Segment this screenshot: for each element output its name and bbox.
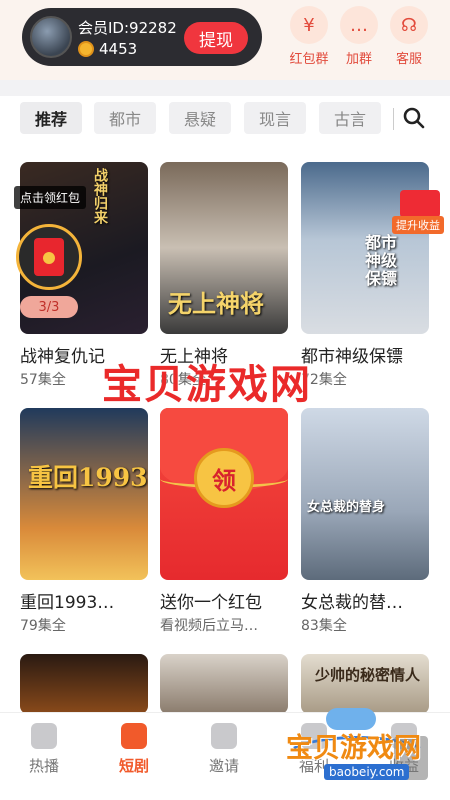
drama-title[interactable]: 都市神级保镖 xyxy=(301,342,429,367)
red-envelope-icon xyxy=(400,190,440,218)
poster-title-art: 无上神将 xyxy=(168,289,264,318)
episode-count: 57集全 xyxy=(20,372,66,388)
nav-invite[interactable]: 邀请 xyxy=(184,723,264,776)
episode-count: 80集全 xyxy=(160,372,206,388)
drama-poster[interactable] xyxy=(160,654,288,712)
drama-card[interactable] xyxy=(20,654,148,712)
tab-divider xyxy=(393,108,394,130)
fire-icon xyxy=(31,723,57,749)
red-envelope-card[interactable]: 领 送你一个红包 看视频后立马… xyxy=(160,408,288,635)
user-id-text: 会员ID:92282 xyxy=(78,19,177,37)
tab-recommend[interactable]: 推荐 xyxy=(20,102,82,134)
red-envelope-group-label: 红包群 xyxy=(289,52,329,67)
drama-card[interactable]: 重回1993 重回1993… 79集全 xyxy=(20,408,148,635)
drama-title[interactable]: 战神复仇记 xyxy=(20,342,148,367)
drama-title[interactable]: 女总裁的替… xyxy=(301,588,429,613)
nav-short-drama-label: 短剧 xyxy=(118,757,149,775)
red-envelope-hint: 看视频后立马… xyxy=(160,618,258,634)
join-group-label: 加群 xyxy=(345,52,372,67)
drama-title[interactable]: 重回1993… xyxy=(20,588,148,613)
drama-card[interactable]: 无上神将 无上神将 80集全 xyxy=(160,162,288,389)
drama-poster[interactable]: 女总裁的替身 xyxy=(301,408,429,580)
episode-count: 79集全 xyxy=(20,618,66,634)
episode-count: 83集全 xyxy=(301,618,347,634)
drama-card[interactable] xyxy=(160,654,288,712)
logo-url: baobeiy.com xyxy=(324,764,410,780)
join-group-button[interactable]: … 加群 xyxy=(332,6,386,67)
coin-icon xyxy=(78,41,94,57)
poster-title-art: 都市神级保镖 xyxy=(365,233,398,288)
user-info-pill[interactable]: 会员ID:92282 4453 提现 xyxy=(22,8,262,66)
drama-card[interactable]: 女总裁的替身 女总裁的替… 83集全 xyxy=(301,408,429,635)
red-envelope-title[interactable]: 送你一个红包 xyxy=(160,588,288,613)
drama-poster[interactable] xyxy=(20,654,148,712)
nav-invite-label: 邀请 xyxy=(208,757,239,775)
play-icon xyxy=(121,723,147,749)
site-logo-watermark: 宝贝游戏网 baobeiy.com xyxy=(282,708,442,794)
drama-poster[interactable]: 重回1993 xyxy=(20,408,148,580)
withdraw-button[interactable]: 提现 xyxy=(184,22,248,54)
red-envelope-poster[interactable]: 领 xyxy=(160,408,288,580)
red-envelope-icon xyxy=(34,238,64,276)
drama-title[interactable]: 无上神将 xyxy=(160,342,288,367)
nav-hot[interactable]: 热播 xyxy=(4,723,84,776)
boost-earnings-button[interactable]: 提升收益 xyxy=(392,190,444,238)
red-envelope-icon: ¥ xyxy=(290,6,328,44)
coin-count: 4453 xyxy=(99,40,138,58)
tab-urban[interactable]: 都市 xyxy=(94,102,156,134)
floating-red-envelope-button[interactable] xyxy=(16,224,82,290)
headset-icon: ☊ xyxy=(390,6,428,44)
drama-grid: 战神归来 战神复仇记 57集全 无上神将 无上神将 80集全 都市神级保镖 都市… xyxy=(0,142,450,712)
claim-progress-badge: 3/3 xyxy=(20,296,78,318)
claim-red-envelope-tag[interactable]: 点击领红包 xyxy=(14,186,87,209)
search-icon xyxy=(403,107,425,129)
tab-ancient-romance[interactable]: 古言 xyxy=(319,102,381,134)
drama-poster[interactable]: 都市神级保镖 xyxy=(301,162,429,334)
tab-modern-romance[interactable]: 现言 xyxy=(244,102,306,134)
logo-text: 宝贝游戏网 xyxy=(286,733,421,764)
drama-poster[interactable]: 无上神将 xyxy=(160,162,288,334)
boost-earnings-label: 提升收益 xyxy=(392,216,444,234)
red-envelope-group-button[interactable]: ¥ 红包群 xyxy=(282,6,336,67)
app-header: 会员ID:92282 4453 提现 ¥ 红包群 … 加群 ☊ 客服 xyxy=(0,0,450,80)
category-tabs: 推荐 都市 悬疑 现言 古言 xyxy=(0,96,450,142)
poster-title-art: 女总裁的替身 xyxy=(307,500,386,515)
nav-short-drama[interactable]: 短剧 xyxy=(94,723,174,776)
claim-coin-icon[interactable]: 领 xyxy=(194,448,254,508)
plus-icon xyxy=(211,723,237,749)
poster-title-art: 重回1993 xyxy=(28,463,148,492)
coin-balance: 4453 xyxy=(78,40,137,58)
customer-service-label: 客服 xyxy=(395,52,422,67)
customer-service-button[interactable]: ☊ 客服 xyxy=(382,6,436,67)
poster-title-art: 少帅的秘密情人 xyxy=(315,666,421,684)
group-chat-icon: … xyxy=(340,6,378,44)
avatar[interactable] xyxy=(30,16,72,58)
drama-poster[interactable]: 少帅的秘密情人 xyxy=(301,654,429,712)
episode-count: 72集全 xyxy=(301,372,347,388)
tab-suspense[interactable]: 悬疑 xyxy=(169,102,231,134)
nav-hot-label: 热播 xyxy=(28,757,59,775)
search-button[interactable] xyxy=(400,104,428,132)
drama-card[interactable]: 少帅的秘密情人 xyxy=(301,654,429,712)
poster-title-art: 战神归来 xyxy=(92,168,108,224)
